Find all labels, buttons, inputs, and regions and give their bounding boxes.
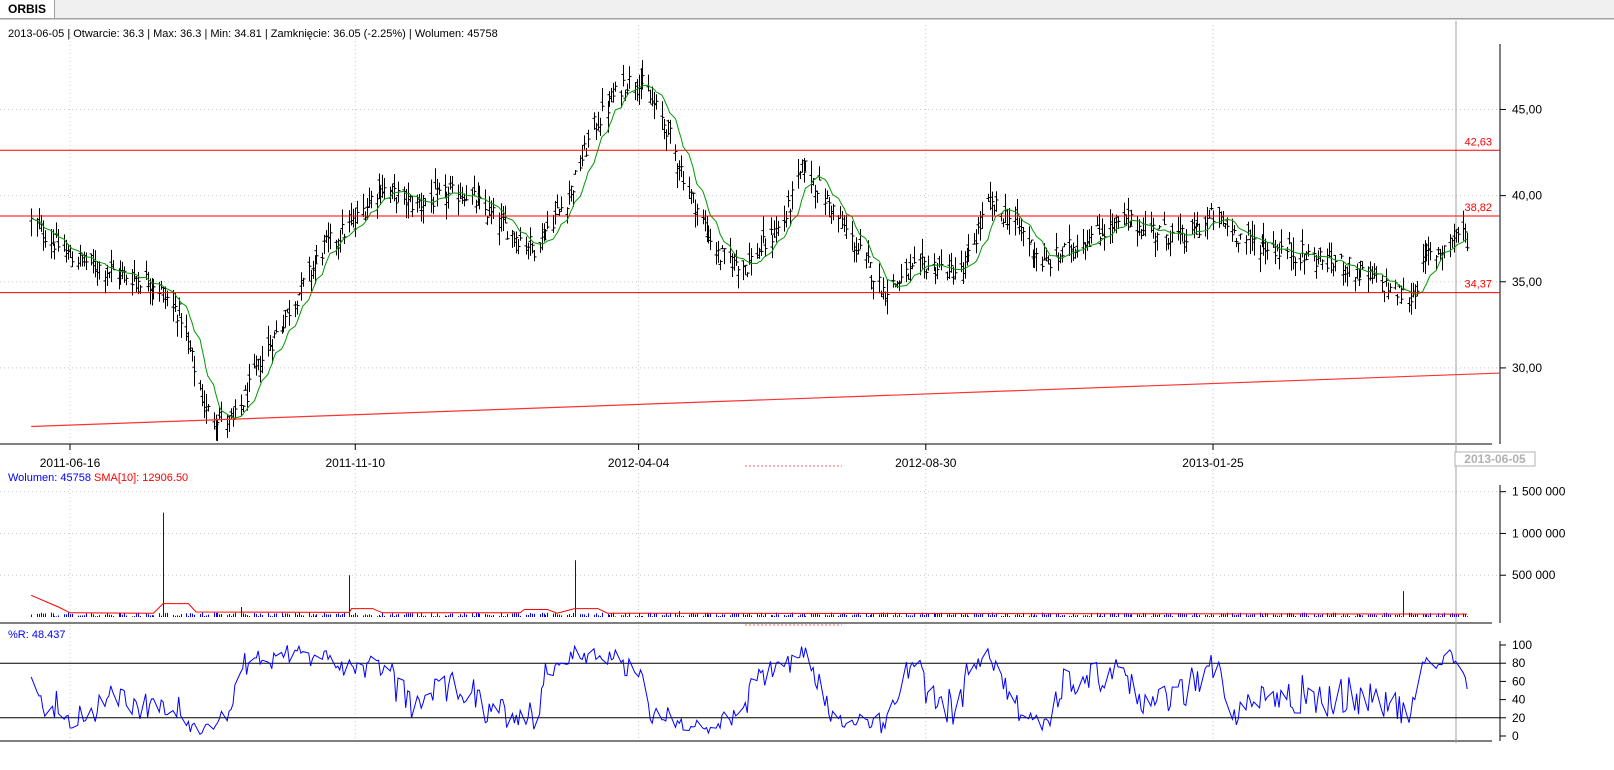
williams-y-tick-label: 0 bbox=[1512, 729, 1519, 743]
x-tick-label: 2012-04-04 bbox=[608, 456, 670, 470]
price-y-tick-label: 30,00 bbox=[1512, 361, 1542, 375]
williams-y-tick-label: 80 bbox=[1512, 656, 1526, 670]
volume-y-tick-label: 1 500 000 bbox=[1512, 485, 1566, 499]
tab-orbis[interactable]: ORBIS bbox=[0, 0, 56, 18]
williams-y-tick-label: 100 bbox=[1512, 638, 1532, 652]
x-tick-label: 2011-11-10 bbox=[325, 456, 385, 470]
williams-y-tick-label: 60 bbox=[1512, 674, 1526, 688]
williams-info-label: %R: 48.437 bbox=[8, 629, 65, 641]
williams-r-line bbox=[30, 644, 1468, 736]
horizontal-level-label: 34,37 bbox=[1464, 279, 1492, 291]
volume-sma-line bbox=[31, 594, 1468, 615]
volume-y-tick-label: 500 000 bbox=[1512, 568, 1556, 582]
tab-bar: ORBIS bbox=[0, 0, 1614, 19]
x-tick-label: 2013-01-25 bbox=[1182, 456, 1244, 470]
price-info-text: 2013-06-05 | Otwarcie: 36.3 | Max: 36.3 … bbox=[8, 28, 498, 40]
chart-svg[interactable]: 42,63 38,82 34,37 2011-06-16 2011-11-10 2012… bbox=[0, 20, 1614, 765]
horizontal-level-label: 38,82 bbox=[1464, 202, 1492, 214]
volume-sma-label: SMA[10]: 12906.50 bbox=[94, 472, 188, 484]
price-y-tick-label: 45,00 bbox=[1512, 102, 1542, 116]
trendline[interactable] bbox=[31, 372, 1501, 428]
williams-y-tick-label: 20 bbox=[1512, 711, 1526, 725]
x-tick-label: 2012-08-30 bbox=[895, 456, 957, 470]
price-y-tick-label: 40,00 bbox=[1512, 189, 1542, 203]
price-y-tick-label: 35,00 bbox=[1512, 275, 1542, 289]
volume-y-tick-label: 1 000 000 bbox=[1512, 526, 1566, 540]
williams-y-tick-label: 40 bbox=[1512, 693, 1526, 707]
x-end-label: 2013-06-05 bbox=[1464, 452, 1526, 466]
volume-info-label: Wolumen: 45758 bbox=[8, 472, 91, 484]
x-tick-label: 2011-06-16 bbox=[40, 456, 101, 470]
horizontal-level-label: 42,63 bbox=[1464, 136, 1492, 148]
chart-area: 42,63 38,82 34,37 2011-06-16 2011-11-10 2012… bbox=[0, 19, 1614, 765]
